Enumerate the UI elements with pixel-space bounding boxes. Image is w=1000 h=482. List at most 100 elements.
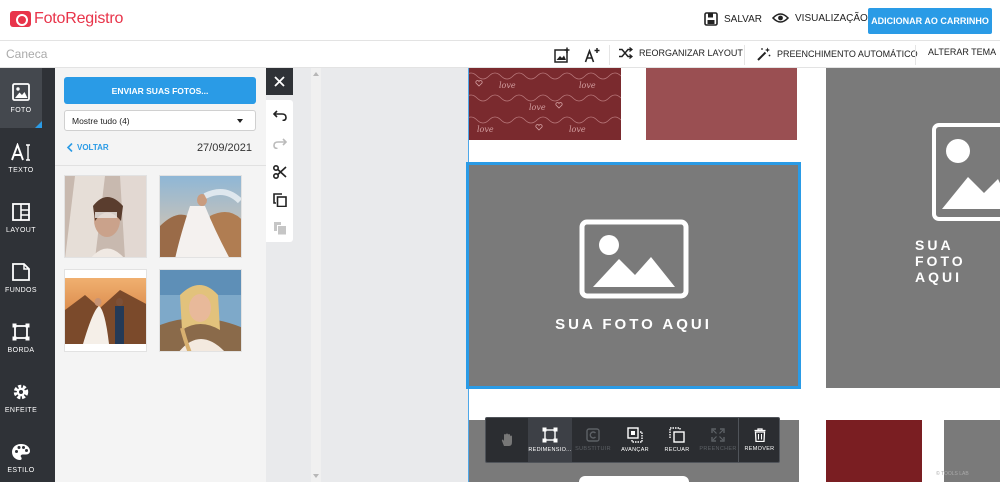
bring-forward-icon — [627, 427, 643, 443]
cut-button[interactable] — [272, 164, 287, 179]
photo-filter-select[interactable]: Mostre tudo (4) — [64, 110, 256, 131]
change-theme-label: ALTERAR TEMA — [928, 47, 997, 57]
photo-thumbnail-woman-field[interactable] — [159, 269, 242, 352]
magic-wand-icon — [757, 47, 771, 61]
copy-button[interactable] — [272, 192, 287, 207]
love-pattern-tile[interactable]: love love love love love — [469, 68, 621, 140]
palette-icon — [12, 443, 30, 460]
photo-placeholder-right[interactable]: SUA FOTO AQUI — [826, 68, 1000, 388]
panel-gutter — [42, 68, 55, 482]
sidebar-item-border[interactable]: BORDA — [0, 308, 42, 368]
redo-button[interactable] — [272, 136, 287, 151]
pattern-word: love — [499, 81, 516, 90]
save-button[interactable]: SALVAR — [704, 12, 762, 26]
photo-thumbnail-bride-cliff[interactable] — [159, 175, 242, 258]
chevron-left-icon — [66, 143, 73, 152]
bride-cliff-photo — [160, 176, 241, 257]
fill-button[interactable]: PREENCHER — [698, 418, 738, 462]
pattern-word: love — [529, 103, 546, 112]
remove-button[interactable]: REMOVER — [738, 418, 780, 462]
autofill-label: PREENCHIMENTO AUTOMÁTICO — [777, 49, 918, 59]
sidebar-item-label: BORDA — [7, 346, 35, 354]
watermark: © TOOLS LAB — [936, 471, 969, 477]
placeholder-label: SUA FOTO AQUI — [915, 237, 966, 285]
caret-down-icon — [237, 119, 243, 123]
brand-logo[interactable]: FotoRegistro — [10, 10, 123, 28]
brand-name: FotoRegistro — [34, 10, 124, 27]
add-image-icon — [554, 47, 570, 63]
trash-icon — [754, 428, 765, 442]
image-placeholder-icon — [932, 123, 1000, 221]
undo-button[interactable] — [272, 108, 287, 123]
send-backward-button[interactable]: RECUAR — [656, 418, 698, 462]
paste-icon — [273, 221, 286, 234]
redo-icon — [272, 138, 287, 149]
add-to-cart-button[interactable]: ADICIONAR AO CARRINHO — [868, 8, 992, 34]
sidebar-item-backgrounds[interactable]: FUNDOS — [0, 248, 42, 308]
left-sidebar: FOTO TEXTO LAYOUT FUNDOS BORDA ENFEITE E… — [0, 68, 42, 482]
sidebar-item-text[interactable]: TEXTO — [0, 128, 42, 188]
color-block-dusty-red[interactable] — [646, 68, 797, 140]
divider — [55, 165, 266, 166]
sidebar-item-layout[interactable]: LAYOUT — [0, 188, 42, 248]
resize-label: REDIMENSIO... — [528, 447, 572, 453]
bring-forward-button[interactable]: AVANÇAR — [614, 418, 656, 462]
active-indicator — [35, 121, 42, 128]
color-block-dark-red[interactable] — [826, 420, 922, 482]
save-label: SALVAR — [724, 13, 762, 25]
scroll-up-arrow-icon[interactable] — [313, 72, 319, 76]
photo-thumbnail-couple-desert[interactable] — [64, 269, 147, 352]
preview-button[interactable]: VISUALIZAÇÃO — [772, 12, 868, 24]
reorganize-layout-button[interactable]: REORGANIZAR LAYOUT — [618, 47, 743, 59]
pan-button[interactable] — [486, 418, 528, 462]
eye-icon — [772, 13, 789, 23]
sidebar-item-ornament[interactable]: ENFEITE — [0, 368, 42, 428]
divider — [915, 45, 916, 65]
product-name: Caneca — [6, 47, 48, 61]
paste-button[interactable] — [272, 220, 287, 235]
top-header: FotoRegistro SALVAR VISUALIZAÇÃO ADICION… — [0, 0, 1000, 41]
resize-button[interactable]: REDIMENSIO... — [528, 418, 572, 462]
autofill-button[interactable]: PREENCHIMENTO AUTOMÁTICO — [757, 47, 918, 61]
couple-desert-photo — [65, 270, 146, 351]
selected-photo-placeholder[interactable]: SUA FOTO AQUI — [466, 162, 801, 389]
woman-field-photo — [160, 270, 241, 351]
send-backward-label: RECUAR — [664, 447, 690, 453]
upload-photos-button[interactable]: ENVIAR SUAS FOTOS... — [64, 77, 256, 104]
copy-icon — [272, 192, 287, 207]
scroll-down-arrow-icon[interactable] — [313, 474, 319, 478]
pattern-word: love — [569, 125, 586, 134]
change-theme-button[interactable]: ALTERAR TEMA — [928, 47, 996, 57]
divider — [609, 45, 610, 65]
bring-forward-label: AVANÇAR — [621, 447, 649, 453]
add-text-icon — [584, 48, 600, 63]
back-label: VOLTAR — [77, 143, 109, 152]
text-icon — [11, 142, 30, 161]
album-date: 27/09/2021 — [196, 142, 252, 154]
panel-scrollbar[interactable] — [311, 68, 321, 482]
sidebar-item-style[interactable]: ESTILO — [0, 428, 42, 482]
floppy-disk-icon — [704, 12, 718, 26]
add-text-button[interactable] — [584, 47, 607, 63]
replace-icon — [586, 428, 600, 442]
placeholder-label: SUA FOTO AQUI — [555, 316, 712, 333]
tool-bar: Caneca REORGANIZAR LAYOUT PREENCHIMENTO … — [0, 41, 1000, 68]
camera-logo-icon — [10, 11, 31, 27]
image-icon — [12, 82, 30, 101]
sidebar-item-label: FOTO — [10, 106, 32, 114]
resize-icon — [542, 427, 558, 443]
back-link[interactable]: VOLTAR — [66, 143, 109, 152]
sidebar-item-label: ENFEITE — [4, 406, 38, 414]
close-panel-button[interactable] — [266, 68, 293, 95]
love-pattern: love love love love love — [469, 72, 621, 134]
sidebar-item-label: ESTILO — [7, 466, 35, 474]
divider — [744, 45, 745, 65]
sidebar-item-photo[interactable]: FOTO — [0, 68, 42, 128]
photo-thumbnail-bride-veil[interactable] — [64, 175, 147, 258]
fill-label: PREENCHER — [699, 446, 737, 452]
add-image-button[interactable] — [554, 47, 577, 63]
preview-label: VISUALIZAÇÃO — [795, 12, 868, 24]
pattern-word: love — [579, 81, 596, 90]
hand-icon — [501, 433, 512, 446]
replace-button[interactable]: SUBSTITUIR — [572, 418, 614, 462]
